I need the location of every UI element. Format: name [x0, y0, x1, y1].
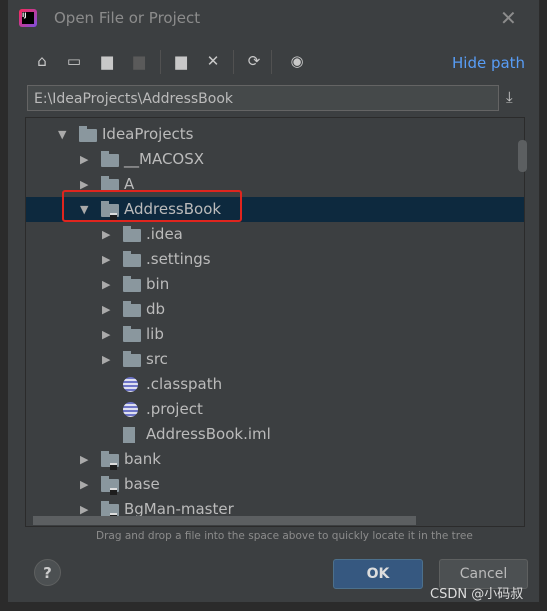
tree-row[interactable]: ▶ base [26, 472, 524, 497]
tree-row-label: IdeaProjects [102, 125, 194, 143]
toolbar-separator [233, 50, 234, 74]
folder-icon [79, 126, 97, 142]
open-file-dialog: IJ Open File or Project ✕ ⌂ ▭ ▆ ▆ ▆ ✕ ⟳ … [8, 0, 539, 602]
hide-path-link[interactable]: Hide path [452, 54, 525, 72]
new-folder-icon[interactable]: ▆ [171, 52, 191, 70]
tree-row-label: db [146, 300, 166, 318]
tree-row[interactable]: ▼ IdeaProjects [26, 122, 524, 147]
close-icon[interactable]: ✕ [500, 6, 517, 30]
module-folder-icon [101, 476, 119, 495]
tree-row-label: .classpath [146, 375, 223, 393]
tree-row-label: .project [146, 400, 203, 418]
module-folder-icon [101, 451, 119, 470]
collapsed-arrow-icon[interactable]: ▶ [80, 447, 88, 472]
tree-row-label: AddressBook.iml [146, 425, 271, 443]
tree-row[interactable]: ▶ bank [26, 447, 524, 472]
iml-file-icon [123, 427, 135, 443]
watermark: CSDN @小码叔 [430, 587, 524, 602]
show-hidden-icon[interactable]: ◉ [287, 52, 307, 70]
vertical-scrollbar[interactable] [518, 140, 527, 172]
tree-row-label: .idea [146, 225, 183, 243]
folder-icon [123, 251, 141, 267]
collapsed-arrow-icon[interactable]: ▶ [102, 247, 110, 272]
tree-row-label: bank [124, 450, 161, 468]
toolbar-separator [160, 50, 161, 74]
folder-icon [123, 301, 141, 317]
module-folder-icon[interactable]: ▆ [129, 52, 149, 70]
collapsed-arrow-icon[interactable]: ▶ [102, 222, 110, 247]
path-input[interactable]: E:\IdeaProjects\AddressBook [27, 85, 499, 111]
folder-icon [123, 351, 141, 367]
tree-row[interactable]: .classpath [26, 372, 524, 397]
delete-icon[interactable]: ✕ [203, 52, 223, 70]
expanded-arrow-icon[interactable]: ▼ [58, 122, 66, 147]
eclipse-file-icon [123, 402, 138, 417]
tree-row[interactable]: ▶ .settings [26, 247, 524, 272]
tree-row[interactable]: .project [26, 397, 524, 422]
desktop-icon[interactable]: ▭ [64, 52, 84, 70]
help-button[interactable]: ? [34, 559, 61, 586]
tree-row-label: bin [146, 275, 170, 293]
tree-row[interactable]: ▶ db [26, 297, 524, 322]
collapsed-arrow-icon[interactable]: ▶ [102, 347, 110, 372]
folder-icon [123, 276, 141, 292]
highlight-box [62, 190, 242, 222]
tree-row-label: __MACOSX [124, 150, 205, 168]
eclipse-file-icon [123, 377, 138, 392]
horizontal-scrollbar[interactable] [33, 516, 416, 525]
project-folder-icon[interactable]: ▆ [97, 52, 117, 70]
ok-button[interactable]: OK [333, 559, 423, 589]
hint-text: Drag and drop a file into the space abov… [96, 530, 473, 542]
download-icon[interactable]: ⤓ [506, 88, 513, 106]
toolbar-separator [271, 50, 272, 74]
folder-icon [101, 151, 119, 167]
file-tree[interactable]: ▼ IdeaProjects ▶ __MACOSX ▶ A ▼ AddressBook ▶ .id… [25, 117, 525, 527]
collapsed-arrow-icon[interactable]: ▶ [80, 472, 88, 497]
collapsed-arrow-icon[interactable]: ▶ [102, 272, 110, 297]
home-icon[interactable]: ⌂ [32, 52, 52, 70]
tree-row-label: base [124, 475, 160, 493]
tree-row-label: lib [146, 325, 164, 343]
folder-icon [123, 226, 141, 242]
tree-row[interactable]: ▶ lib [26, 322, 524, 347]
tree-row[interactable]: AddressBook.iml [26, 422, 524, 447]
tree-row[interactable]: ▶ __MACOSX [26, 147, 524, 172]
intellij-logo-icon: IJ [19, 9, 37, 27]
folder-icon [123, 326, 141, 342]
collapsed-arrow-icon[interactable]: ▶ [102, 297, 110, 322]
tree-row-label: .settings [146, 250, 211, 268]
refresh-icon[interactable]: ⟳ [244, 52, 264, 70]
collapsed-arrow-icon[interactable]: ▶ [80, 147, 88, 172]
tree-row-label: src [146, 350, 168, 368]
collapsed-arrow-icon[interactable]: ▶ [102, 322, 110, 347]
tree-row[interactable]: ▶ .idea [26, 222, 524, 247]
tree-row[interactable]: ▶ src [26, 347, 524, 372]
tree-row[interactable]: ▶ bin [26, 272, 524, 297]
dialog-title: Open File or Project [54, 9, 201, 27]
